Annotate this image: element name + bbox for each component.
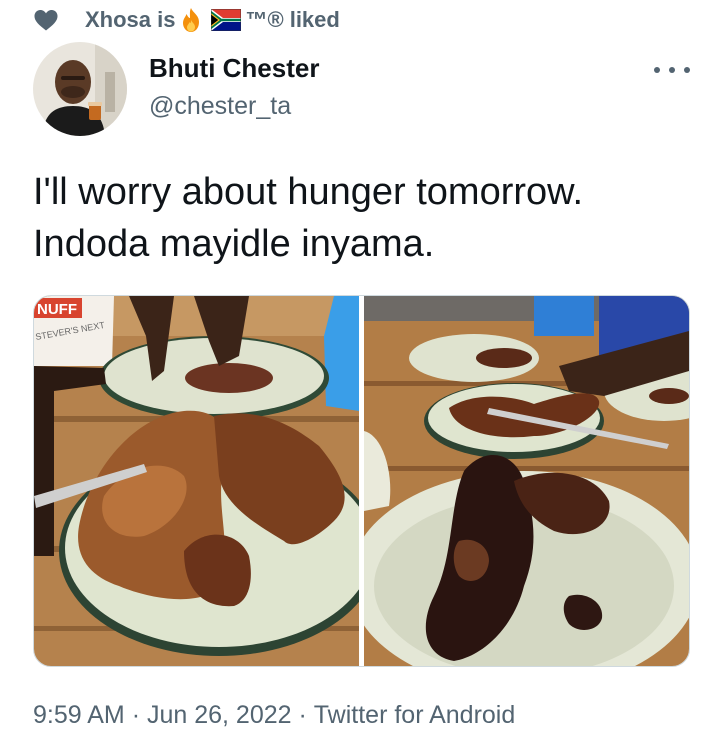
tweet-time[interactable]: 9:59 AM [33, 701, 125, 729]
tweet-source[interactable]: Twitter for Android [314, 701, 515, 729]
south-africa-flag-emoji [211, 9, 242, 31]
tweet-text: I'll worry about hunger tomorrow. Indoda… [33, 166, 703, 270]
dot-icon [654, 67, 660, 73]
author-name[interactable]: Bhuti Chester [149, 53, 319, 84]
media-grid: NUFF STEVER'S NEXT [33, 295, 690, 667]
dot-icon [684, 67, 690, 73]
tweet-date[interactable]: Jun 26, 2022 [147, 701, 292, 729]
more-options-button[interactable] [654, 60, 690, 80]
tweet-meta: 9:59 AM · Jun 26, 2022 · Twitter for And… [33, 700, 515, 730]
cup-brand-text: NUFF [37, 301, 77, 318]
dot-icon [669, 67, 675, 73]
meta-separator: · [131, 700, 141, 729]
trademark-text: ™® [245, 7, 284, 32]
liked-label: liked [289, 7, 340, 32]
social-context[interactable]: Xhosa is ™® liked [33, 6, 340, 34]
photo-1[interactable]: NUFF STEVER'S NEXT [34, 296, 359, 666]
meta-separator: · [298, 700, 307, 729]
tweet-text-line: Indoda mayidle inyama. [33, 223, 435, 265]
avatar[interactable] [33, 42, 127, 136]
heart-icon [34, 10, 58, 31]
photo-2[interactable] [364, 296, 689, 666]
liker-name: Xhosa is [85, 7, 176, 32]
tweet-text-line: I'll worry about hunger tomorrow. [33, 171, 584, 213]
fire-emoji [179, 7, 203, 33]
author-handle[interactable]: @chester_ta [149, 92, 291, 121]
